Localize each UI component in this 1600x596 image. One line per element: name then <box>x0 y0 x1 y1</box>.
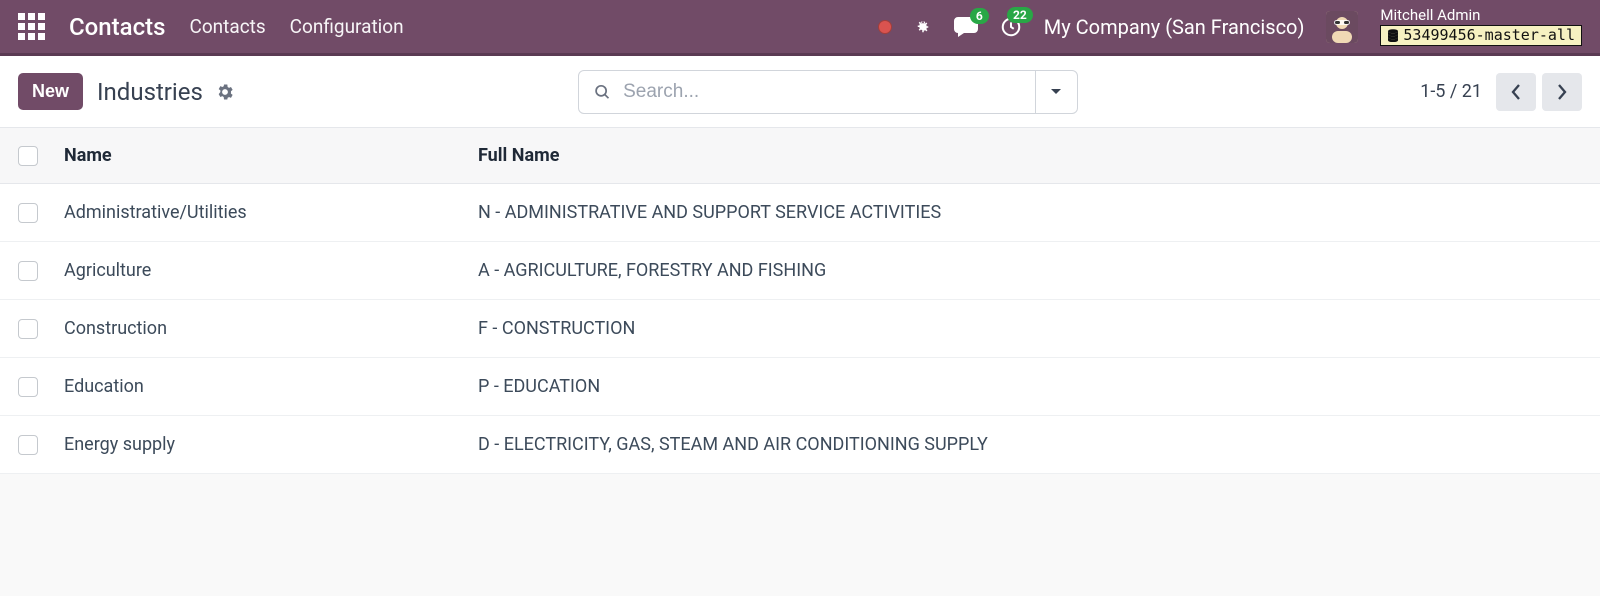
user-name: Mitchell Admin <box>1380 7 1582 24</box>
pager-next-button[interactable] <box>1542 73 1582 111</box>
navbar-right: 6 22 My Company (San Francisco) Mitchell… <box>878 7 1582 46</box>
pager-text[interactable]: 1-5 / 21 <box>1420 81 1482 102</box>
row-checkbox[interactable] <box>18 435 38 455</box>
table-row[interactable]: Energy supplyD - ELECTRICITY, GAS, STEAM… <box>0 416 1600 474</box>
company-selector[interactable]: My Company (San Francisco) <box>1044 15 1305 39</box>
database-icon <box>1387 29 1399 42</box>
search-options-toggle[interactable] <box>1035 71 1077 113</box>
row-checkbox[interactable] <box>18 203 38 223</box>
nav-link-configuration[interactable]: Configuration <box>290 15 404 38</box>
nav-link-contacts[interactable]: Contacts <box>189 15 265 38</box>
cell-full-name: P - EDUCATION <box>478 376 1582 397</box>
search-input[interactable] <box>623 81 1020 103</box>
apps-menu-icon[interactable] <box>18 13 45 40</box>
chevron-right-icon <box>1556 83 1568 101</box>
database-tag: 53499456-master-all <box>1380 25 1582 46</box>
cell-full-name: D - ELECTRICITY, GAS, STEAM AND AIR COND… <box>478 434 1582 455</box>
top-navbar: Contacts Contacts Configuration 6 22 My … <box>0 0 1600 56</box>
cell-name: Agriculture <box>64 260 478 281</box>
database-name: 53499456-master-all <box>1403 27 1575 44</box>
cell-name: Energy supply <box>64 434 478 455</box>
cell-name: Construction <box>64 318 478 339</box>
avatar[interactable] <box>1326 11 1358 43</box>
table-row[interactable]: Administrative/UtilitiesN - ADMINISTRATI… <box>0 184 1600 242</box>
search-container <box>578 70 1078 114</box>
column-header-full-name[interactable]: Full Name <box>478 145 1582 166</box>
table-row[interactable]: AgricultureA - AGRICULTURE, FORESTRY AND… <box>0 242 1600 300</box>
table-body: Administrative/UtilitiesN - ADMINISTRATI… <box>0 184 1600 474</box>
messages-badge: 6 <box>970 8 989 24</box>
table-header: Name Full Name <box>0 128 1600 184</box>
debug-icon[interactable] <box>914 18 932 36</box>
control-bar: New Industries 1-5 / 21 <box>0 56 1600 128</box>
activities-badge: 22 <box>1007 7 1033 23</box>
cell-full-name: F - CONSTRUCTION <box>478 318 1582 339</box>
table-row[interactable]: ConstructionF - CONSTRUCTION <box>0 300 1600 358</box>
search-icon <box>593 82 612 102</box>
cell-full-name: N - ADMINISTRATIVE AND SUPPORT SERVICE A… <box>478 202 1582 223</box>
search-main[interactable] <box>579 81 1035 103</box>
recording-indicator-icon <box>878 20 892 34</box>
new-button[interactable]: New <box>18 73 83 110</box>
column-header-name[interactable]: Name <box>64 145 478 166</box>
table-row[interactable]: EducationP - EDUCATION <box>0 358 1600 416</box>
gear-icon[interactable] <box>215 82 235 102</box>
user-block[interactable]: Mitchell Admin 53499456-master-all <box>1380 7 1582 46</box>
select-all-checkbox[interactable] <box>18 146 38 166</box>
caret-down-icon <box>1050 88 1062 96</box>
messages-button[interactable]: 6 <box>954 17 978 37</box>
cell-name: Administrative/Utilities <box>64 202 478 223</box>
chevron-left-icon <box>1510 83 1522 101</box>
cell-name: Education <box>64 376 478 397</box>
app-brand[interactable]: Contacts <box>69 13 165 41</box>
cell-full-name: A - AGRICULTURE, FORESTRY AND FISHING <box>478 260 1582 281</box>
row-checkbox[interactable] <box>18 261 38 281</box>
row-checkbox[interactable] <box>18 377 38 397</box>
breadcrumb: Industries <box>97 78 203 106</box>
avatar-icon <box>1326 11 1358 43</box>
row-checkbox[interactable] <box>18 319 38 339</box>
activities-button[interactable]: 22 <box>1000 16 1022 38</box>
pager-prev-button[interactable] <box>1496 73 1536 111</box>
pager: 1-5 / 21 <box>1420 73 1582 111</box>
